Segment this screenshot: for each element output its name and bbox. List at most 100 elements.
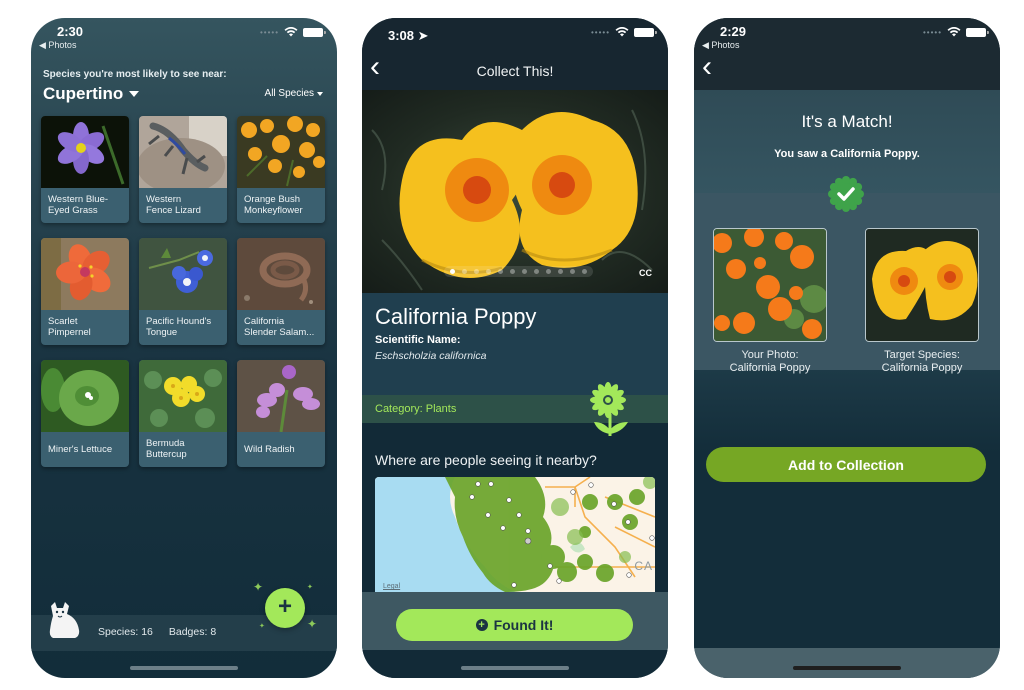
species-card[interactable]: Pacific Hound's Tongue — [139, 238, 227, 345]
add-observation-button[interactable]: + — [265, 588, 305, 628]
wifi-icon — [284, 27, 298, 37]
species-photo-wild-radish — [237, 360, 325, 432]
scientific-name: Eschscholzia californica — [375, 350, 487, 362]
home-indicator[interactable] — [793, 666, 901, 670]
back-to-photos-link[interactable]: ◀ Photos — [39, 40, 76, 51]
category-label: Category: Plants — [375, 403, 457, 415]
near-label: Species you're most likely to see near: — [43, 69, 227, 80]
signal-icon: ••••• — [259, 27, 279, 37]
sparkle-icon: ✦ — [307, 584, 313, 591]
species-card[interactable]: Western Fence Lizard — [139, 116, 227, 223]
wifi-icon — [947, 27, 961, 37]
species-filter-dropdown[interactable]: All Species — [265, 88, 323, 99]
status-bar: 3:08 ➤ ••••• — [362, 18, 668, 62]
species-grid: Western Blue- Eyed Grass Western Fence Liz… — [41, 116, 325, 467]
plus-icon: + — [277, 593, 292, 620]
species-card[interactable]: Orange Bush Monkeyflower — [237, 116, 325, 223]
target-species-photo[interactable] — [865, 228, 979, 342]
signal-icon: ••••• — [590, 27, 610, 37]
sightings-map[interactable]: CA Legal — [375, 477, 655, 592]
species-photo-scarlet-pimpernel — [41, 238, 129, 310]
carousel-dot[interactable] — [462, 269, 467, 274]
wifi-icon — [615, 27, 629, 37]
found-it-label: Found It! — [493, 617, 554, 633]
check-badge-icon — [828, 176, 864, 212]
species-name: California Poppy — [375, 304, 537, 329]
carousel-dot[interactable] — [510, 269, 515, 274]
carousel-dot[interactable] — [570, 269, 575, 274]
battery-icon — [634, 27, 657, 37]
badges-count: Badges: 8 — [168, 626, 217, 638]
collection-stats: Species: 16 Badges: 8 — [98, 626, 216, 638]
carousel-dot[interactable] — [534, 269, 539, 274]
species-name: California Slender Salam... — [244, 316, 315, 338]
plus-circle-icon: + — [475, 619, 488, 631]
species-photo-miners-lettuce — [41, 360, 129, 432]
status-icons: ••••• — [922, 27, 989, 37]
species-photo-bermuda-buttercup — [139, 360, 227, 432]
map-state-label: CA — [634, 559, 653, 573]
match-subtitle: You saw a California Poppy. — [774, 148, 920, 160]
carousel-dot[interactable] — [582, 269, 587, 274]
page-title: Collect This! — [476, 63, 554, 79]
carousel-dot[interactable] — [498, 269, 503, 274]
species-card[interactable]: Scarlet Pimpernel — [41, 238, 129, 345]
plant-category-icon — [584, 380, 634, 438]
california-poppy-photo — [371, 109, 653, 291]
your-photo-caption: Your Photo: California Poppy — [729, 349, 811, 374]
map-graphic — [375, 477, 655, 592]
carousel-page-indicator[interactable] — [444, 266, 593, 277]
found-it-button[interactable]: + Found It! — [396, 609, 633, 641]
location-selector[interactable]: Cupertino — [43, 84, 140, 104]
back-chevron-icon[interactable]: ‹ — [702, 52, 712, 82]
target-species-caption: Target Species: California Poppy — [881, 349, 963, 374]
your-photo[interactable] — [713, 228, 827, 342]
chevron-down-icon — [317, 91, 323, 96]
species-name: Miner's Lettuce — [48, 444, 113, 455]
species-card[interactable]: California Slender Salam... — [237, 238, 325, 345]
filter-label: All Species — [264, 88, 314, 99]
species-name: Pacific Hound's Tongue — [146, 316, 212, 338]
species-name: Western Blue- Eyed Grass — [48, 194, 109, 216]
species-card[interactable]: Miner's Lettuce — [41, 360, 129, 467]
scientific-name-label: Scientific Name: — [375, 334, 461, 346]
dog-mascot-icon[interactable] — [47, 600, 83, 640]
battery-icon — [303, 27, 326, 37]
status-bar: 2:30 ◀ Photos ••••• — [31, 18, 337, 62]
species-card[interactable]: Bermuda Buttercup — [139, 360, 227, 467]
status-time: 2:30 — [57, 24, 84, 39]
species-count: Species: 16 — [98, 626, 153, 638]
home-indicator[interactable] — [461, 666, 569, 670]
nearby-heading: Where are people seeing it nearby? — [375, 452, 597, 468]
chevron-down-icon — [129, 91, 140, 97]
phone-match-result: 2:29 ◀ Photos ••••• ‹ It's a Match! You … — [694, 18, 1000, 678]
carousel-dot[interactable] — [546, 269, 551, 274]
species-name: Wild Radish — [244, 444, 295, 455]
status-time: 3:08 ➤ — [388, 28, 429, 43]
status-icons: ••••• — [259, 27, 326, 37]
map-legal-link[interactable]: Legal — [383, 583, 400, 590]
carousel-dot[interactable] — [474, 269, 479, 274]
species-name: Bermuda Buttercup — [146, 438, 187, 460]
home-indicator[interactable] — [130, 666, 238, 670]
carousel-dot[interactable] — [558, 269, 563, 274]
species-photo-blue-eyed-grass — [41, 116, 129, 188]
species-name: Scarlet Pimpernel — [48, 316, 91, 338]
sparkle-icon: ✦ — [307, 617, 318, 631]
carousel-dot[interactable] — [450, 269, 455, 274]
signal-icon: ••••• — [922, 27, 942, 37]
species-card[interactable]: Wild Radish — [237, 360, 325, 467]
carousel-dot[interactable] — [522, 269, 527, 274]
species-name: Western Fence Lizard — [146, 194, 201, 216]
species-photo-salamander — [237, 238, 325, 310]
carousel-dot[interactable] — [486, 269, 491, 274]
add-to-collection-button[interactable]: Add to Collection — [706, 447, 986, 482]
species-photo-carousel[interactable]: CC — [362, 90, 668, 293]
status-time: 2:29 — [720, 24, 747, 39]
species-photo-monkeyflower — [237, 116, 325, 188]
license-badge[interactable]: CC — [639, 268, 652, 278]
phone-species-list: 2:30 ◀ Photos ••••• Species you're most … — [31, 18, 337, 678]
battery-icon — [966, 27, 989, 37]
species-card[interactable]: Western Blue- Eyed Grass — [41, 116, 129, 223]
species-photo-hounds-tongue — [139, 238, 227, 310]
